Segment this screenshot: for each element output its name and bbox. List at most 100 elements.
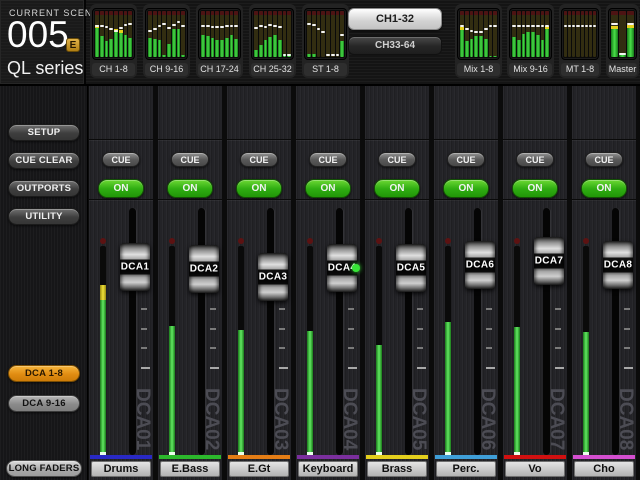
meter-bar (230, 11, 234, 57)
scene-number: 005 (7, 14, 69, 56)
level-meter (376, 246, 382, 455)
meter-bar (589, 11, 592, 57)
channel-strip-dca5: CUE ON DCA05 DCA5 Brass (365, 86, 429, 480)
meter-bar (220, 11, 224, 57)
channel-color-bar (90, 455, 152, 459)
meter-block-mix-9-16[interactable]: Mix 9-16 (507, 4, 554, 78)
meter-block-ch-9-16[interactable]: CH 9-16 (143, 4, 190, 78)
scene-edited-badge: E (66, 38, 80, 52)
meter-bar (181, 11, 185, 57)
strip-divider (158, 199, 222, 200)
channel-color-bar (504, 455, 566, 459)
meter-block-ch-25-32[interactable]: CH 25-32 (249, 4, 296, 78)
fader-scale-tick (486, 308, 492, 310)
meter-block-mix-1-8[interactable]: Mix 1-8 (455, 4, 502, 78)
sidebar-button-dca-9-16[interactable]: DCA 9-16 (8, 395, 80, 412)
meter-block-st-1-8[interactable]: ST 1-8 (302, 4, 349, 78)
fader-knob[interactable]: DCA4 (327, 244, 357, 292)
channel-name[interactable]: Brass (367, 461, 427, 477)
cue-button[interactable]: CUE (309, 152, 347, 167)
fader-knob[interactable]: DCA3 (258, 253, 288, 301)
meter-bar (100, 11, 104, 57)
meter-block-label: Master (608, 63, 637, 76)
meter-bar (268, 11, 272, 57)
fader-knob[interactable]: DCA1 (120, 243, 150, 291)
meter-bar (484, 11, 488, 57)
meter-bar (312, 11, 316, 57)
sidebar-button-outports[interactable]: OUTPORTS (8, 180, 80, 197)
meter-block-mt-1-8[interactable]: MT 1-8 (559, 4, 601, 78)
cue-button[interactable]: CUE (516, 152, 554, 167)
sidebar-button-dca-1-8[interactable]: DCA 1-8 (8, 365, 80, 382)
channel-name[interactable]: Drums (91, 461, 151, 477)
fader-scale-tick (417, 367, 426, 369)
on-button[interactable]: ON (305, 179, 351, 198)
on-button[interactable]: ON (443, 179, 489, 198)
level-meter (583, 246, 589, 455)
meter-bars (509, 8, 552, 60)
sidebar-button-cue-clear[interactable]: CUE CLEAR (8, 152, 80, 169)
on-button[interactable]: ON (236, 179, 282, 198)
sidebar-button-utility[interactable]: UTILITY (8, 208, 80, 225)
meter-bars (457, 8, 500, 60)
fader-scale-tick (210, 328, 216, 330)
cue-button[interactable]: CUE (240, 152, 278, 167)
meter-bar (512, 11, 516, 57)
cue-button[interactable]: CUE (171, 152, 209, 167)
on-button[interactable]: ON (167, 179, 213, 198)
fader-track[interactable] (267, 208, 274, 455)
sidebar-button-long-faders[interactable]: LONG FADERS (6, 460, 82, 477)
meter-bars (304, 8, 347, 60)
fader-scale-tick (348, 367, 357, 369)
fader-knob[interactable]: DCA5 (396, 244, 426, 292)
level-meter (100, 246, 106, 455)
meter-bar (283, 11, 287, 57)
channel-name[interactable]: E.Gt (229, 461, 289, 477)
meter-bar (225, 11, 229, 57)
meter-bars (561, 8, 599, 60)
meter-bar (619, 11, 626, 57)
fader-knob[interactable]: DCA2 (189, 245, 219, 293)
cue-button[interactable]: CUE (102, 152, 140, 167)
meter-block-master[interactable]: Master (606, 4, 639, 78)
cue-button[interactable]: CUE (378, 152, 416, 167)
channel-name[interactable]: Cho (574, 461, 634, 477)
meter-bar (95, 11, 99, 57)
fader-scale-tick (624, 308, 630, 310)
cue-button[interactable]: CUE (585, 152, 623, 167)
fader-knob[interactable]: DCA7 (534, 237, 564, 285)
channel-name[interactable]: Perc. (436, 461, 496, 477)
fader-knob[interactable]: DCA6 (465, 241, 495, 289)
channel-bank-switch: CH1-32 CH33-64 (348, 8, 442, 55)
meter-block-ch-1-8[interactable]: CH 1-8 (90, 4, 137, 78)
channel-color-bar (435, 455, 497, 459)
fader-scale-tick (486, 367, 495, 369)
bank-button-ch1-32[interactable]: CH1-32 (348, 8, 442, 30)
level-meter (169, 246, 175, 455)
meter-bar (211, 11, 215, 57)
channel-name[interactable]: Vo (505, 461, 565, 477)
meter-bar (526, 11, 530, 57)
channel-name[interactable]: E.Bass (160, 461, 220, 477)
cue-button[interactable]: CUE (447, 152, 485, 167)
current-scene-panel[interactable]: CURRENT SCENE 005 E QL series (0, 0, 86, 84)
meter-block-label: Mix 1-8 (457, 63, 500, 76)
clip-indicator (514, 238, 520, 244)
on-button[interactable]: ON (512, 179, 558, 198)
fader-knob[interactable]: DCA8 (603, 241, 633, 289)
on-button[interactable]: ON (374, 179, 420, 198)
channel-color-bar (366, 455, 428, 459)
channel-name[interactable]: Keyboard (298, 461, 358, 477)
strip-divider (296, 199, 360, 200)
strip-top-panel (296, 86, 360, 140)
meter-block-ch-17-24[interactable]: CH 17-24 (196, 4, 243, 78)
strip-top-panel (572, 86, 636, 140)
bank-button-ch33-64[interactable]: CH33-64 (348, 36, 442, 55)
on-button[interactable]: ON (581, 179, 627, 198)
sidebar-button-setup[interactable]: SETUP (8, 124, 80, 141)
channel-strip-dca3: CUE ON DCA03 DCA3 E.Gt (227, 86, 291, 480)
meter-bars (145, 8, 188, 60)
fader-scale-tick (348, 308, 354, 310)
on-button[interactable]: ON (98, 179, 144, 198)
channel-strip-dca4: CUE ON DCA04 DCA4 Keyboard (296, 86, 360, 480)
